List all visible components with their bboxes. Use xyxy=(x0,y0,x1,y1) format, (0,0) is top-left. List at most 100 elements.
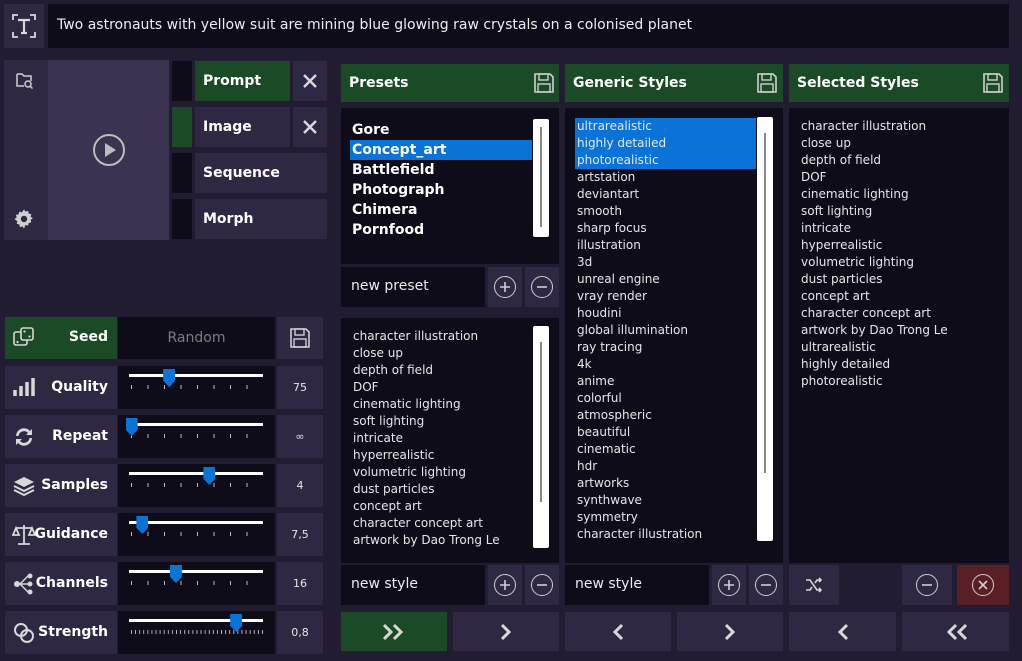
remove-preset-style-button[interactable] xyxy=(525,565,559,605)
generic-style-item[interactable]: vray render xyxy=(575,288,756,305)
channels-value-box[interactable]: 16 xyxy=(277,562,323,605)
selected-style-item[interactable]: depth of field xyxy=(801,152,1001,169)
add-preset-style-button[interactable] xyxy=(488,565,522,605)
preset-item[interactable]: Concept_art xyxy=(350,140,532,160)
generic-style-item[interactable]: beautiful xyxy=(575,424,756,441)
selected-style-item[interactable]: ultrarealistic xyxy=(801,339,1001,356)
generic-style-item[interactable]: atmospheric xyxy=(575,407,756,424)
channels-slider[interactable] xyxy=(118,562,275,605)
preset-styles-scrollbar[interactable] xyxy=(533,326,549,548)
preset-item[interactable]: Chimera xyxy=(350,200,532,220)
selected-style-item[interactable]: volumetric lighting xyxy=(801,254,1001,271)
generic-style-item[interactable]: artstation xyxy=(575,169,756,186)
generic-styles-scrollbar[interactable] xyxy=(757,117,773,541)
generic-style-item[interactable]: character illustration xyxy=(575,526,756,543)
move-all-back-button[interactable] xyxy=(902,612,1009,651)
preset-style-item[interactable]: depth of field xyxy=(353,362,533,379)
add-generic-style-button[interactable] xyxy=(712,565,746,605)
preset-item[interactable]: Gore xyxy=(350,120,532,140)
selected-style-item[interactable]: highly detailed xyxy=(801,356,1001,373)
seed-input[interactable]: Random xyxy=(118,317,275,359)
tab-sequence[interactable]: Sequence xyxy=(195,153,327,193)
preset-style-item[interactable]: character concept art xyxy=(353,515,533,532)
open-file-button[interactable] xyxy=(4,60,44,100)
generic-style-item[interactable]: symmetry xyxy=(575,509,756,526)
move-to-selected-button[interactable] xyxy=(677,612,783,651)
tab-image[interactable]: Image xyxy=(195,107,290,147)
selected-style-item[interactable]: photorealistic xyxy=(801,373,1001,390)
preset-style-item[interactable]: character illustration xyxy=(353,328,533,345)
strength-slider[interactable] xyxy=(118,611,275,654)
preset-style-item[interactable]: DOF xyxy=(353,379,533,396)
text-mode-button[interactable] xyxy=(4,4,44,48)
generic-style-item[interactable]: ultrarealistic xyxy=(575,118,756,135)
generic-style-item[interactable]: 4k xyxy=(575,356,756,373)
remove-preset-button[interactable] xyxy=(525,267,559,307)
generic-style-item[interactable]: colorful xyxy=(575,390,756,407)
selected-style-item[interactable]: hyperrealistic xyxy=(801,237,1001,254)
remove-generic-style-button[interactable] xyxy=(749,565,783,605)
presets-scrollbar[interactable] xyxy=(533,119,549,237)
quality-value-box[interactable]: 75 xyxy=(277,366,323,409)
strength-value-box[interactable]: 0,8 xyxy=(277,611,323,654)
tab-morph[interactable]: Morph xyxy=(195,199,327,239)
generic-style-item[interactable]: highly detailed xyxy=(575,135,756,152)
generic-style-item[interactable]: hdr xyxy=(575,458,756,475)
new-generic-style-input[interactable]: new style xyxy=(565,565,709,605)
preset-item[interactable]: Battlefield xyxy=(350,160,532,180)
guidance-slider[interactable] xyxy=(118,513,275,556)
new-preset-input[interactable]: new preset xyxy=(341,267,485,307)
add-all-styles-button[interactable] xyxy=(341,612,447,651)
generic-style-item[interactable]: illustration xyxy=(575,237,756,254)
generic-style-item[interactable]: anime xyxy=(575,373,756,390)
save-preset-button[interactable] xyxy=(529,68,559,98)
move-to-presets-button[interactable] xyxy=(565,612,671,651)
preset-style-item[interactable]: artwork by Dao Trong Le xyxy=(353,532,533,549)
save-selected-styles-button[interactable] xyxy=(978,68,1008,98)
samples-slider[interactable] xyxy=(118,464,275,507)
generic-style-item[interactable]: smooth xyxy=(575,203,756,220)
shuffle-styles-button[interactable] xyxy=(789,565,839,605)
remove-selected-style-button[interactable] xyxy=(902,565,952,605)
selected-style-item[interactable]: close up xyxy=(801,135,1001,152)
generic-style-item[interactable]: ray tracing xyxy=(575,339,756,356)
prompt-input[interactable]: Two astronauts with yellow suit are mini… xyxy=(48,4,1009,48)
generic-style-item[interactable]: photorealistic xyxy=(575,152,756,169)
preset-style-item[interactable]: hyperrealistic xyxy=(353,447,533,464)
selected-style-item[interactable]: concept art xyxy=(801,288,1001,305)
samples-value-box[interactable]: 4 xyxy=(277,464,323,507)
selected-style-item[interactable]: artwork by Dao Trong Le xyxy=(801,322,1001,339)
generic-style-item[interactable]: global illumination xyxy=(575,322,756,339)
add-preset-button[interactable] xyxy=(488,267,522,307)
guidance-value-box[interactable]: 7,5 xyxy=(277,513,323,556)
preset-style-item[interactable]: dust particles xyxy=(353,481,533,498)
close-image-button[interactable] xyxy=(293,107,327,147)
seed-toggle[interactable]: Seed xyxy=(5,317,117,359)
selected-style-item[interactable]: cinematic lighting xyxy=(801,186,1001,203)
move-back-button[interactable] xyxy=(789,612,896,651)
settings-button[interactable] xyxy=(4,199,44,239)
generic-style-item[interactable]: cinematic xyxy=(575,441,756,458)
play-preview-button[interactable] xyxy=(48,60,169,240)
add-style-button[interactable] xyxy=(453,612,559,651)
repeat-value-box[interactable]: ∞ xyxy=(277,415,323,458)
generic-style-item[interactable]: deviantart xyxy=(575,186,756,203)
preset-style-item[interactable]: volumetric lighting xyxy=(353,464,533,481)
selected-style-item[interactable]: dust particles xyxy=(801,271,1001,288)
generic-style-item[interactable]: sharp focus xyxy=(575,220,756,237)
preset-style-item[interactable]: concept art xyxy=(353,498,533,515)
save-generic-styles-button[interactable] xyxy=(752,68,782,98)
new-preset-style-input[interactable]: new style xyxy=(341,565,485,605)
selected-style-item[interactable]: character illustration xyxy=(801,118,1001,135)
preset-style-item[interactable]: cinematic lighting xyxy=(353,396,533,413)
repeat-slider[interactable] xyxy=(118,415,275,458)
selected-style-item[interactable]: character concept art xyxy=(801,305,1001,322)
preset-item[interactable]: Pornfood xyxy=(350,220,532,240)
clear-selected-styles-button[interactable] xyxy=(957,565,1009,605)
generic-style-item[interactable]: houdini xyxy=(575,305,756,322)
generic-style-item[interactable]: synthwave xyxy=(575,492,756,509)
preset-style-item[interactable]: close up xyxy=(353,345,533,362)
preset-style-item[interactable]: intricate xyxy=(353,430,533,447)
selected-style-item[interactable]: intricate xyxy=(801,220,1001,237)
selected-style-item[interactable]: DOF xyxy=(801,169,1001,186)
